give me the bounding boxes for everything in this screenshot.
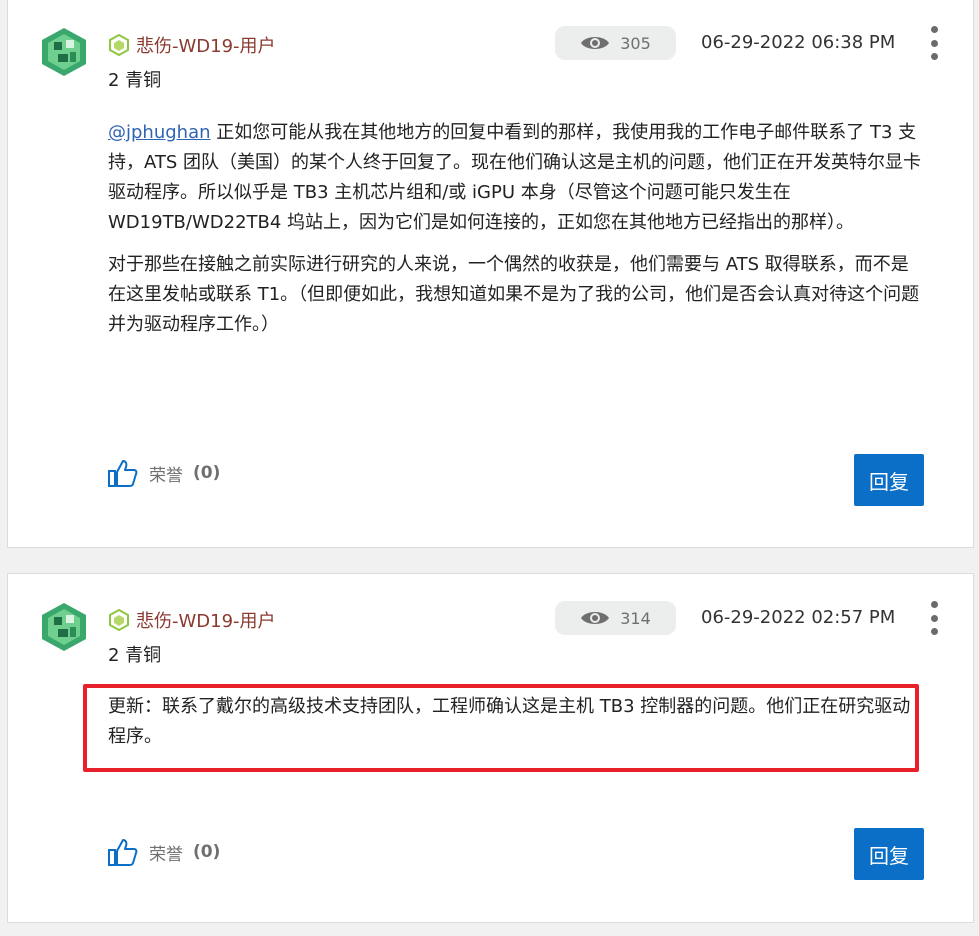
kudos-label: 荣誉 [149, 465, 183, 486]
kudos[interactable]: 荣誉 (0) [107, 457, 220, 489]
avatar-icon[interactable] [38, 26, 90, 78]
kudos[interactable]: 荣誉 (0) [107, 836, 220, 868]
eye-icon [581, 37, 610, 49]
post-body: @jphughan 正如您可能从我在其他地方的回复中看到的那样，我使用我的工作电… [108, 118, 923, 352]
post-paragraph: @jphughan 正如您可能从我在其他地方的回复中看到的那样，我使用我的工作电… [108, 118, 923, 238]
post-date: 06-29-2022 02:57 PM [701, 607, 896, 628]
bronze-rank-icon [109, 34, 129, 56]
author-name[interactable]: 悲伤-WD19-用户 [136, 32, 276, 58]
rank-label: 2 青铜 [108, 645, 162, 666]
avatar-icon[interactable] [38, 601, 90, 653]
post-date: 06-29-2022 06:38 PM [701, 32, 896, 53]
views-pill: 314 [555, 601, 676, 635]
forum-post: 悲伤-WD19-用户 2 青铜 305 06-29-2022 06:38 PM … [7, 0, 974, 548]
author-name[interactable]: 悲伤-WD19-用户 [136, 607, 276, 633]
post-paragraph: 更新：联系了戴尔的高级技术支持团队，工程师确认这是主机 TB3 控制器的问题。他… [108, 696, 911, 747]
views-pill: 305 [555, 26, 676, 60]
kudos-count: (0) [193, 463, 221, 483]
forum-post: 悲伤-WD19-用户 2 青铜 314 06-29-2022 02:57 PM … [7, 573, 974, 923]
thumbs-up-icon[interactable] [107, 836, 139, 868]
bronze-rank-icon [109, 609, 129, 631]
author-row: 悲伤-WD19-用户 [108, 608, 276, 632]
thumbs-up-icon[interactable] [107, 457, 139, 489]
post-paragraph: 对于那些在接触之前实际进行研究的人来说，一个偶然的收获是，他们需要与 ATS 取… [108, 254, 920, 335]
eye-icon [581, 612, 610, 624]
paragraph-text: 正如您可能从我在其他地方的回复中看到的那样，我使用我的工作电子邮件联系了 T3 … [108, 122, 922, 233]
post-body: 更新：联系了戴尔的高级技术支持团队，工程师确认这是主机 TB3 控制器的问题。他… [108, 692, 923, 764]
kebab-menu-icon[interactable] [929, 601, 939, 635]
kebab-menu-icon[interactable] [929, 26, 939, 60]
kudos-label: 荣誉 [149, 844, 183, 865]
author-row: 悲伤-WD19-用户 [108, 33, 276, 57]
reply-button[interactable]: 回复 [854, 828, 924, 880]
reply-button[interactable]: 回复 [854, 454, 924, 506]
rank-label: 2 青铜 [108, 70, 162, 91]
view-count: 305 [620, 33, 651, 53]
user-mention-link[interactable]: @jphughan [108, 122, 211, 143]
kudos-count: (0) [193, 842, 221, 862]
view-count: 314 [620, 608, 651, 628]
